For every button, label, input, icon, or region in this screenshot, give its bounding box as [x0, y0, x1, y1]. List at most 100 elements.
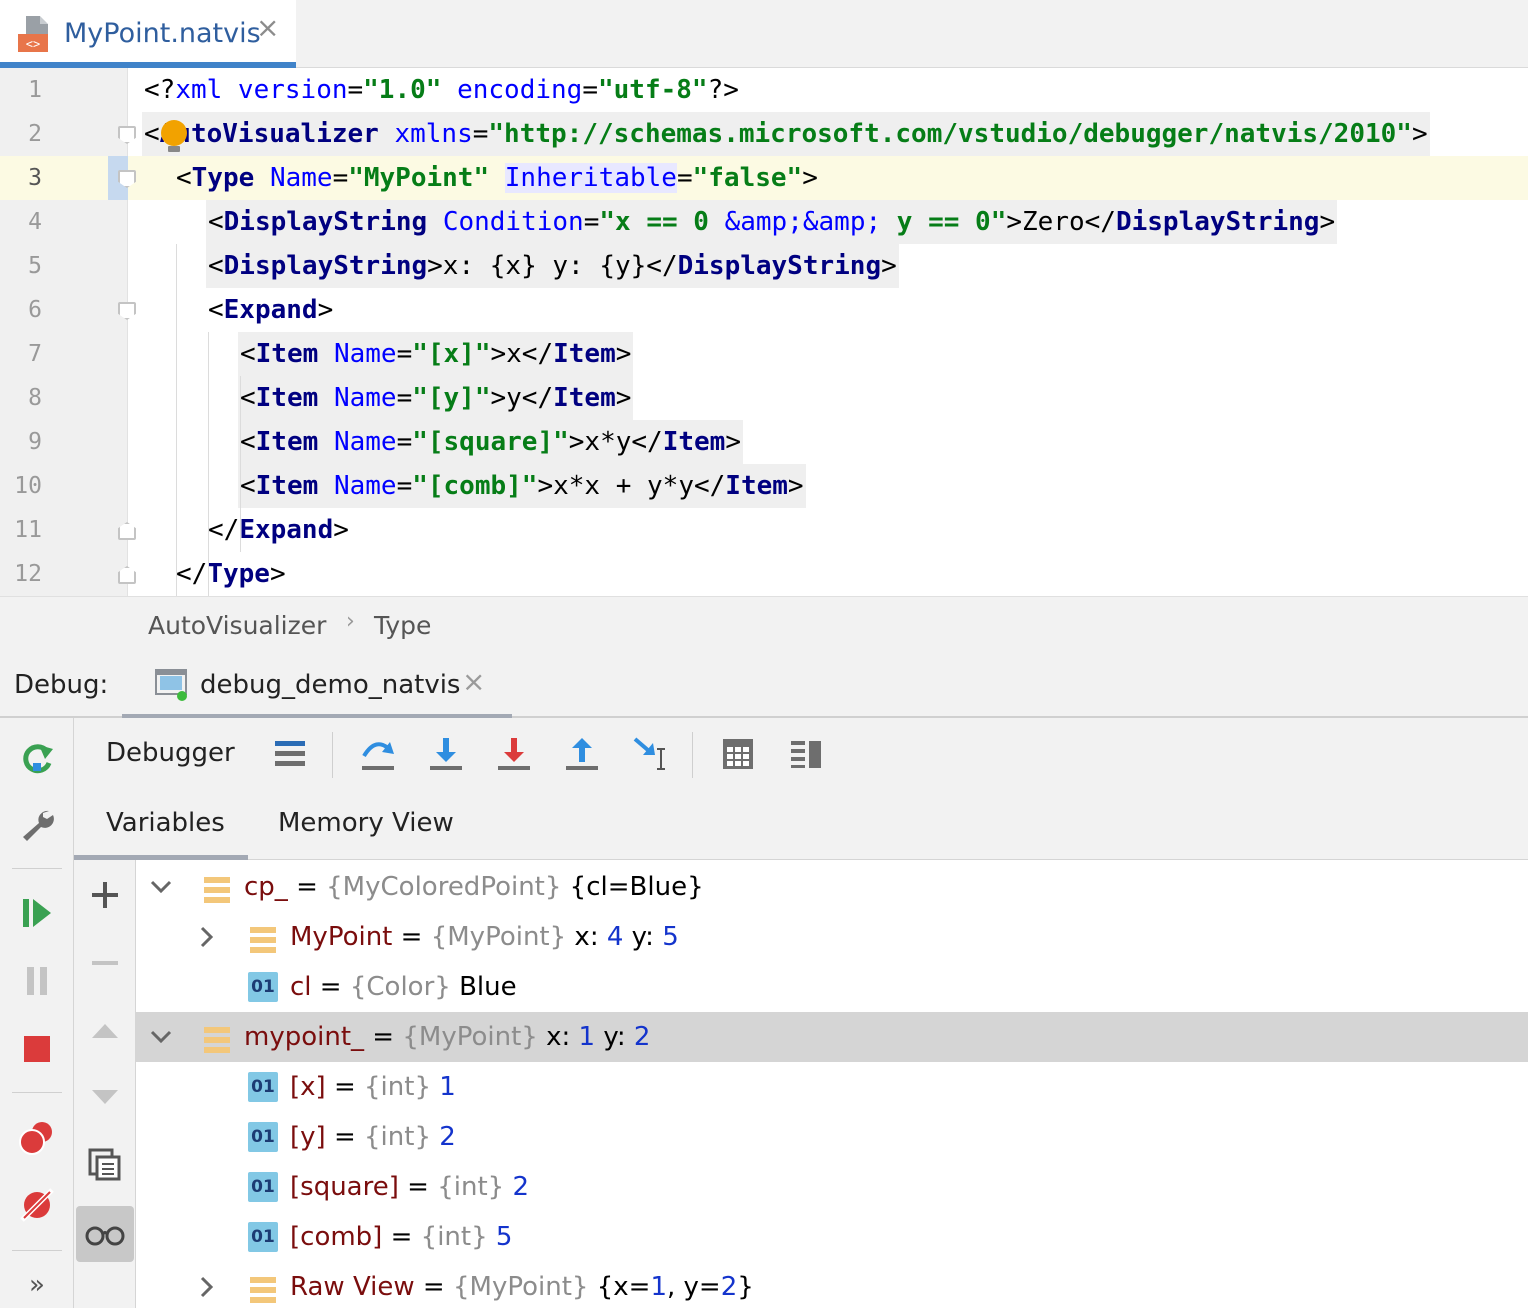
struct-icon: [248, 1272, 278, 1303]
field-icon: 01: [248, 1072, 278, 1102]
breadcrumb-item-type[interactable]: Type: [374, 611, 431, 640]
variable-row[interactable]: MyPoint = {MyPoint} x: 4 y: 5: [136, 912, 1528, 962]
variable-row[interactable]: 01 [comb] = {int} 5: [136, 1212, 1528, 1262]
debug-session-tab[interactable]: debug_demo_natvis ×: [122, 654, 512, 720]
code-line[interactable]: 10 <Item Name="[comb]">x*x + y*y</Item>: [0, 464, 1528, 508]
code-line[interactable]: 8 <Item Name="[y]">y</Item>: [0, 376, 1528, 420]
duplicate-watch-icon[interactable]: [84, 1144, 126, 1186]
code-line[interactable]: 12 </Type>: [0, 552, 1528, 596]
frames-menu-icon[interactable]: [268, 732, 312, 776]
variable-row[interactable]: Raw View = {MyPoint} {x=1, y=2}: [136, 1262, 1528, 1308]
line-number: 11: [14, 517, 42, 543]
stop-icon[interactable]: [16, 1028, 58, 1070]
indent-guide: [240, 376, 241, 552]
variable-type: {MyPoint}: [402, 1022, 538, 1052]
move-up-icon[interactable]: [84, 1010, 126, 1052]
chevron-down-icon[interactable]: [146, 862, 176, 912]
variable-value: , y=: [666, 1272, 721, 1302]
code-text: <Item Name="[comb]">x*x + y*y</Item>: [238, 464, 806, 508]
variable-name: [y]: [290, 1122, 326, 1152]
show-watches-icon[interactable]: [76, 1206, 134, 1262]
variables-tree[interactable]: cp_ = {MyColoredPoint} {cl=Blue} MyPoint …: [136, 860, 1528, 1308]
tab-memory-view[interactable]: Memory View: [278, 808, 454, 838]
code-editor[interactable]: 1 <?xml version="1.0" encoding="utf-8"?> 2…: [0, 68, 1528, 596]
variable-value: x:: [537, 1022, 579, 1052]
file-tab[interactable]: <> MyPoint.natvis ×: [0, 0, 296, 68]
struct-icon: [202, 1022, 232, 1053]
variable-text: MyPoint = {MyPoint} x: 4 y: 5: [290, 922, 679, 952]
variable-type: {Color}: [349, 972, 451, 1002]
line-number: 9: [28, 429, 42, 455]
code-text: <?xml version="1.0" encoding="utf-8"?>: [144, 75, 739, 105]
editor-tab-bar: <> MyPoint.natvis ×: [0, 0, 1528, 68]
chevron-right-icon[interactable]: [192, 912, 222, 962]
variable-name: MyPoint: [290, 922, 393, 952]
variable-text: [x] = {int} 1: [290, 1072, 456, 1102]
svg-text:<>: <>: [26, 37, 40, 51]
evaluate-expression-icon[interactable]: [716, 732, 760, 776]
variable-type: {MyPoint}: [430, 922, 567, 952]
tab-variables[interactable]: Variables: [106, 808, 225, 838]
field-icon: 01: [248, 1172, 278, 1202]
fold-marker-icon[interactable]: [118, 302, 136, 320]
code-line[interactable]: 7 <Item Name="[x]">x</Item>: [0, 332, 1528, 376]
layout-icon[interactable]: [784, 732, 828, 776]
step-over-icon[interactable]: [356, 732, 400, 776]
variable-row[interactable]: 01 [square] = {int} 2: [136, 1162, 1528, 1212]
code-line[interactable]: 4 <DisplayString Condition="x == 0 &amp;&…: [0, 200, 1528, 244]
code-line[interactable]: 11 </Expand>: [0, 508, 1528, 552]
fold-marker-icon[interactable]: [118, 566, 136, 584]
fold-marker-icon[interactable]: [118, 522, 136, 540]
line-number: 10: [14, 473, 42, 499]
chevron-down-icon[interactable]: [146, 1012, 176, 1062]
more-icon[interactable]: »: [16, 1264, 58, 1306]
fold-marker-icon[interactable]: [118, 126, 136, 144]
code-line[interactable]: 6 <Expand>: [0, 288, 1528, 332]
view-breakpoints-icon[interactable]: [16, 1116, 58, 1158]
mute-breakpoints-icon[interactable]: [16, 1184, 58, 1226]
variable-value: 5: [487, 1222, 513, 1252]
variable-row[interactable]: mypoint_ = {MyPoint} x: 1 y: 2: [136, 1012, 1528, 1062]
force-step-into-icon[interactable]: [492, 732, 536, 776]
variable-value: 2: [633, 1022, 651, 1052]
code-text: <DisplayString>x: {x} y: {y}</DisplayStr…: [206, 244, 899, 288]
code-line[interactable]: 1 <?xml version="1.0" encoding="utf-8"?>: [0, 68, 1528, 112]
line-number: 12: [14, 561, 42, 587]
variable-text: mypoint_ = {MyPoint} x: 1 y: 2: [244, 1022, 651, 1052]
variable-value: 1: [650, 1272, 667, 1302]
variable-text: [comb] = {int} 5: [290, 1222, 513, 1252]
intention-bulb-icon[interactable]: [161, 120, 187, 146]
variable-row[interactable]: 01 cl = {Color} Blue: [136, 962, 1528, 1012]
variable-row[interactable]: 01 [x] = {int} 1: [136, 1062, 1528, 1112]
breadcrumb-item-autovisualizer[interactable]: AutoVisualizer: [148, 611, 326, 640]
settings-wrench-icon[interactable]: [16, 804, 58, 846]
variable-value: 5: [662, 922, 679, 952]
remove-watch-icon[interactable]: [84, 942, 126, 984]
variable-row[interactable]: 01 [y] = {int} 2: [136, 1112, 1528, 1162]
line-number: 5: [28, 253, 42, 279]
variable-text: cp_ = {MyColoredPoint} {cl=Blue}: [244, 872, 704, 902]
line-number: 3: [28, 165, 42, 191]
variable-type: {MyPoint}: [452, 1272, 589, 1302]
step-out-icon[interactable]: [560, 732, 604, 776]
resume-icon[interactable]: [16, 892, 58, 934]
add-watch-icon[interactable]: [84, 874, 126, 916]
code-line[interactable]: 3 <Type Name="MyPoint" Inheritable="false…: [0, 156, 1528, 200]
variable-row[interactable]: cp_ = {MyColoredPoint} {cl=Blue}: [136, 862, 1528, 912]
step-into-icon[interactable]: [424, 732, 468, 776]
code-line[interactable]: 9 <Item Name="[square]">x*y</Item>: [0, 420, 1528, 464]
chevron-right-icon[interactable]: [192, 1262, 222, 1308]
rerun-icon[interactable]: [16, 738, 58, 780]
variable-value: y:: [595, 1022, 634, 1052]
debugger-content-tabs: Variables Memory View: [74, 792, 1528, 860]
close-session-icon[interactable]: ×: [462, 668, 485, 696]
move-down-icon[interactable]: [84, 1076, 126, 1118]
code-line[interactable]: 5 <DisplayString>x: {x} y: {y}</DisplaySt…: [0, 244, 1528, 288]
code-line[interactable]: 2 <AutoVisualizer xmlns="http://schemas.m…: [0, 112, 1528, 156]
run-to-cursor-icon[interactable]: [628, 732, 672, 776]
close-tab-icon[interactable]: ×: [256, 14, 279, 42]
line-number: 4: [28, 209, 42, 235]
indent-guide: [208, 332, 209, 596]
variable-value: 2: [504, 1172, 529, 1202]
pause-icon[interactable]: [16, 960, 58, 1002]
